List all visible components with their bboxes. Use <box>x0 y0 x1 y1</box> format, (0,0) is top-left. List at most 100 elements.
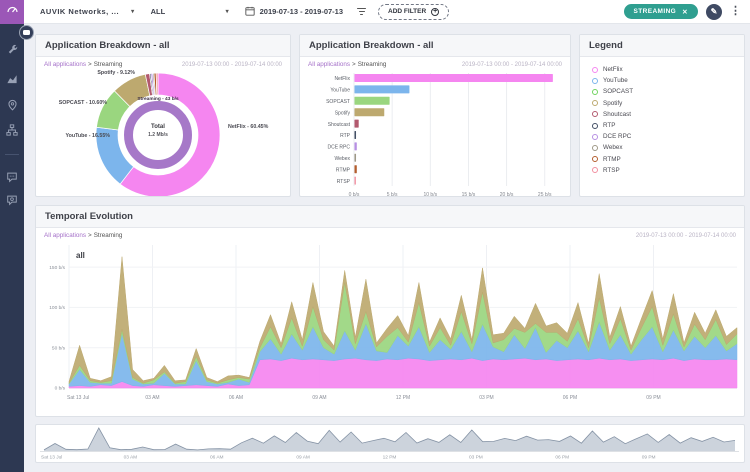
navigator-area <box>44 428 735 451</box>
svg-text:150 b/s: 150 b/s <box>49 265 65 271</box>
donut-center-label: Total 1.2 Mb/s <box>118 124 198 138</box>
breadcrumb: All applications > Streaming 2019-07-13 … <box>36 57 290 69</box>
legend-label: RTP <box>603 122 615 129</box>
sidebar-item-tools[interactable] <box>0 41 24 61</box>
main-content: Application Breakdown - all All applicat… <box>24 24 750 472</box>
donut-total-title: Total <box>118 124 198 130</box>
bar-rtmp[interactable] <box>355 165 357 173</box>
svg-text:03 PM: 03 PM <box>479 395 493 401</box>
legend-item-sopcast[interactable]: SOPCAST <box>592 86 744 97</box>
pencil-icon: ✎ <box>711 7 718 16</box>
donut-total-value: 1.2 Mb/s <box>118 132 198 138</box>
legend-item-rtmp[interactable]: RTMP <box>592 154 744 165</box>
filter-chip-label: STREAMING <box>634 8 677 15</box>
add-filter-button[interactable]: ADD FILTER + <box>378 4 449 20</box>
legend-item-rtp[interactable]: RTP <box>592 120 744 131</box>
svg-text:06 PM: 06 PM <box>563 395 577 401</box>
filter-icon[interactable] <box>357 8 366 15</box>
legend-item-spotify[interactable]: Spotify <box>592 98 744 109</box>
legend-card: Legend NetFlixYouTubeSOPCASTSpotifyShout… <box>579 34 745 197</box>
scope-selector[interactable]: ALL ▾ <box>151 7 229 16</box>
breadcrumb-current: Streaming <box>358 61 387 68</box>
legend-label: DCE RPC <box>603 133 631 140</box>
legend-dot <box>592 123 598 129</box>
add-filter-label: ADD FILTER <box>388 8 426 15</box>
svg-text:03 PM: 03 PM <box>469 455 483 461</box>
svg-text:0 b/s: 0 b/s <box>55 386 66 392</box>
legend-label: YouTube <box>603 77 628 84</box>
bar-webex[interactable] <box>355 154 357 162</box>
legend-item-youtube[interactable]: YouTube <box>592 75 744 86</box>
map-pin-icon <box>7 98 18 116</box>
bar-rtp[interactable] <box>355 131 357 139</box>
svg-text:Sat 13 Jul: Sat 13 Jul <box>67 395 89 401</box>
sidebar-item-topology[interactable] <box>0 122 24 142</box>
panel-toggle-button[interactable] <box>19 25 34 40</box>
svg-text:NetFlix: NetFlix <box>334 76 350 82</box>
timeline-navigator[interactable]: Sat 13 Jul03 AM06 AM09 AM12 PM03 PM06 PM… <box>35 424 745 463</box>
bar-netflix[interactable] <box>355 74 553 82</box>
legend-item-rtsp[interactable]: RTSP <box>592 165 744 176</box>
legend-label: NetFlix <box>603 66 623 73</box>
svg-text:06 AM: 06 AM <box>210 455 224 461</box>
legend-item-shoutcast[interactable]: Shoutcast <box>592 109 744 120</box>
svg-text:5 b/s: 5 b/s <box>387 192 398 197</box>
bar-chart-card: Application Breakdown - all All applicat… <box>299 34 571 197</box>
legend-item-webex[interactable]: Webex <box>592 142 744 153</box>
kebab-menu-button[interactable]: ⋮ <box>730 9 741 15</box>
calendar-icon <box>245 6 255 18</box>
bar-youtube[interactable] <box>355 85 410 93</box>
breadcrumb: All applications > Streaming 2019-07-13 … <box>300 57 570 69</box>
bar-chart-svg[interactable]: 0 b/s5 b/s10 b/s15 b/s20 b/s25 b/sNetFli… <box>300 69 570 197</box>
legend-dot <box>592 167 598 173</box>
bar-dce-rpc[interactable] <box>355 142 357 150</box>
donut-label-netflix: NetFlix - 60.45% <box>228 124 268 130</box>
svg-text:06 PM: 06 PM <box>555 455 569 461</box>
sidebar-item-locations[interactable] <box>0 97 24 117</box>
sidebar-item-support[interactable] <box>0 192 24 212</box>
svg-text:25 b/s: 25 b/s <box>538 192 552 197</box>
navigator-chart-svg[interactable]: Sat 13 Jul03 AM06 AM09 AM12 PM03 PM06 PM… <box>36 425 743 461</box>
donut-label-spotify: Spotify - 9.12% <box>97 70 135 76</box>
breadcrumb-link[interactable]: All applications <box>44 232 86 239</box>
org-selector[interactable]: AUVIK Networks, ... ▾ <box>40 7 135 16</box>
svg-text:Spotify: Spotify <box>335 110 351 116</box>
sidebar-item-dashboard[interactable] <box>0 0 24 24</box>
breadcrumb-link[interactable]: All applications <box>44 61 86 68</box>
bar-shoutcast[interactable] <box>355 120 359 128</box>
breadcrumb-current: Streaming <box>94 61 123 68</box>
breadcrumb-current: Streaming <box>94 232 123 239</box>
svg-text:09 AM: 09 AM <box>312 395 326 401</box>
topbar-right: STREAMING ✕ ✎ ⋮ <box>624 4 750 20</box>
svg-text:15 b/s: 15 b/s <box>462 192 476 197</box>
svg-text:YouTube: YouTube <box>330 88 350 94</box>
svg-text:DCE RPC: DCE RPC <box>327 145 350 151</box>
legend-item-netflix[interactable]: NetFlix <box>592 64 744 75</box>
card-title: Application Breakdown - all <box>36 35 290 57</box>
legend-item-dce-rpc[interactable]: DCE RPC <box>592 131 744 142</box>
temporal-chart-svg[interactable]: 0 b/s50 b/s100 b/s150 b/sSat 13 Jul03 AM… <box>36 240 743 416</box>
legend-label: Shoutcast <box>603 111 631 118</box>
date-range-label: 2019-07-13 - 2019-07-13 <box>260 7 343 16</box>
svg-text:RTP: RTP <box>340 133 351 139</box>
donut-chart[interactable]: Spotify - 9.12% SOPCAST - 10.60% YouTube… <box>36 69 290 197</box>
bar-spotify[interactable] <box>355 108 385 116</box>
legend-label: Webex <box>603 144 622 151</box>
svg-text:03 AM: 03 AM <box>145 395 159 401</box>
svg-text:RTSP: RTSP <box>337 179 351 185</box>
sidebar-item-traffic[interactable] <box>0 71 24 91</box>
bar-rtsp[interactable] <box>355 177 356 185</box>
breadcrumb-separator: > <box>88 61 92 68</box>
svg-text:Shoutcast: Shoutcast <box>328 122 351 128</box>
breadcrumb-link[interactable]: All applications <box>308 61 350 68</box>
streaming-filter-chip[interactable]: STREAMING ✕ <box>624 4 698 19</box>
card-date-range: 2019-07-13 00:00 - 2019-07-14 00:00 <box>636 233 736 239</box>
temporal-evolution-card: Temporal Evolution All applications > St… <box>35 205 745 417</box>
edit-button[interactable]: ✎ <box>706 4 722 20</box>
donut-slice-rtsp[interactable] <box>156 73 158 95</box>
bar-sopcast[interactable] <box>355 97 390 105</box>
legend-list: NetFlix YouTube SOPCASTSpotify Shoutcast RTP… <box>580 57 744 176</box>
sidebar-item-messages[interactable] <box>0 169 24 189</box>
date-range-picker[interactable]: 2019-07-13 - 2019-07-13 <box>245 6 343 18</box>
breadcrumb-separator: > <box>88 232 92 239</box>
